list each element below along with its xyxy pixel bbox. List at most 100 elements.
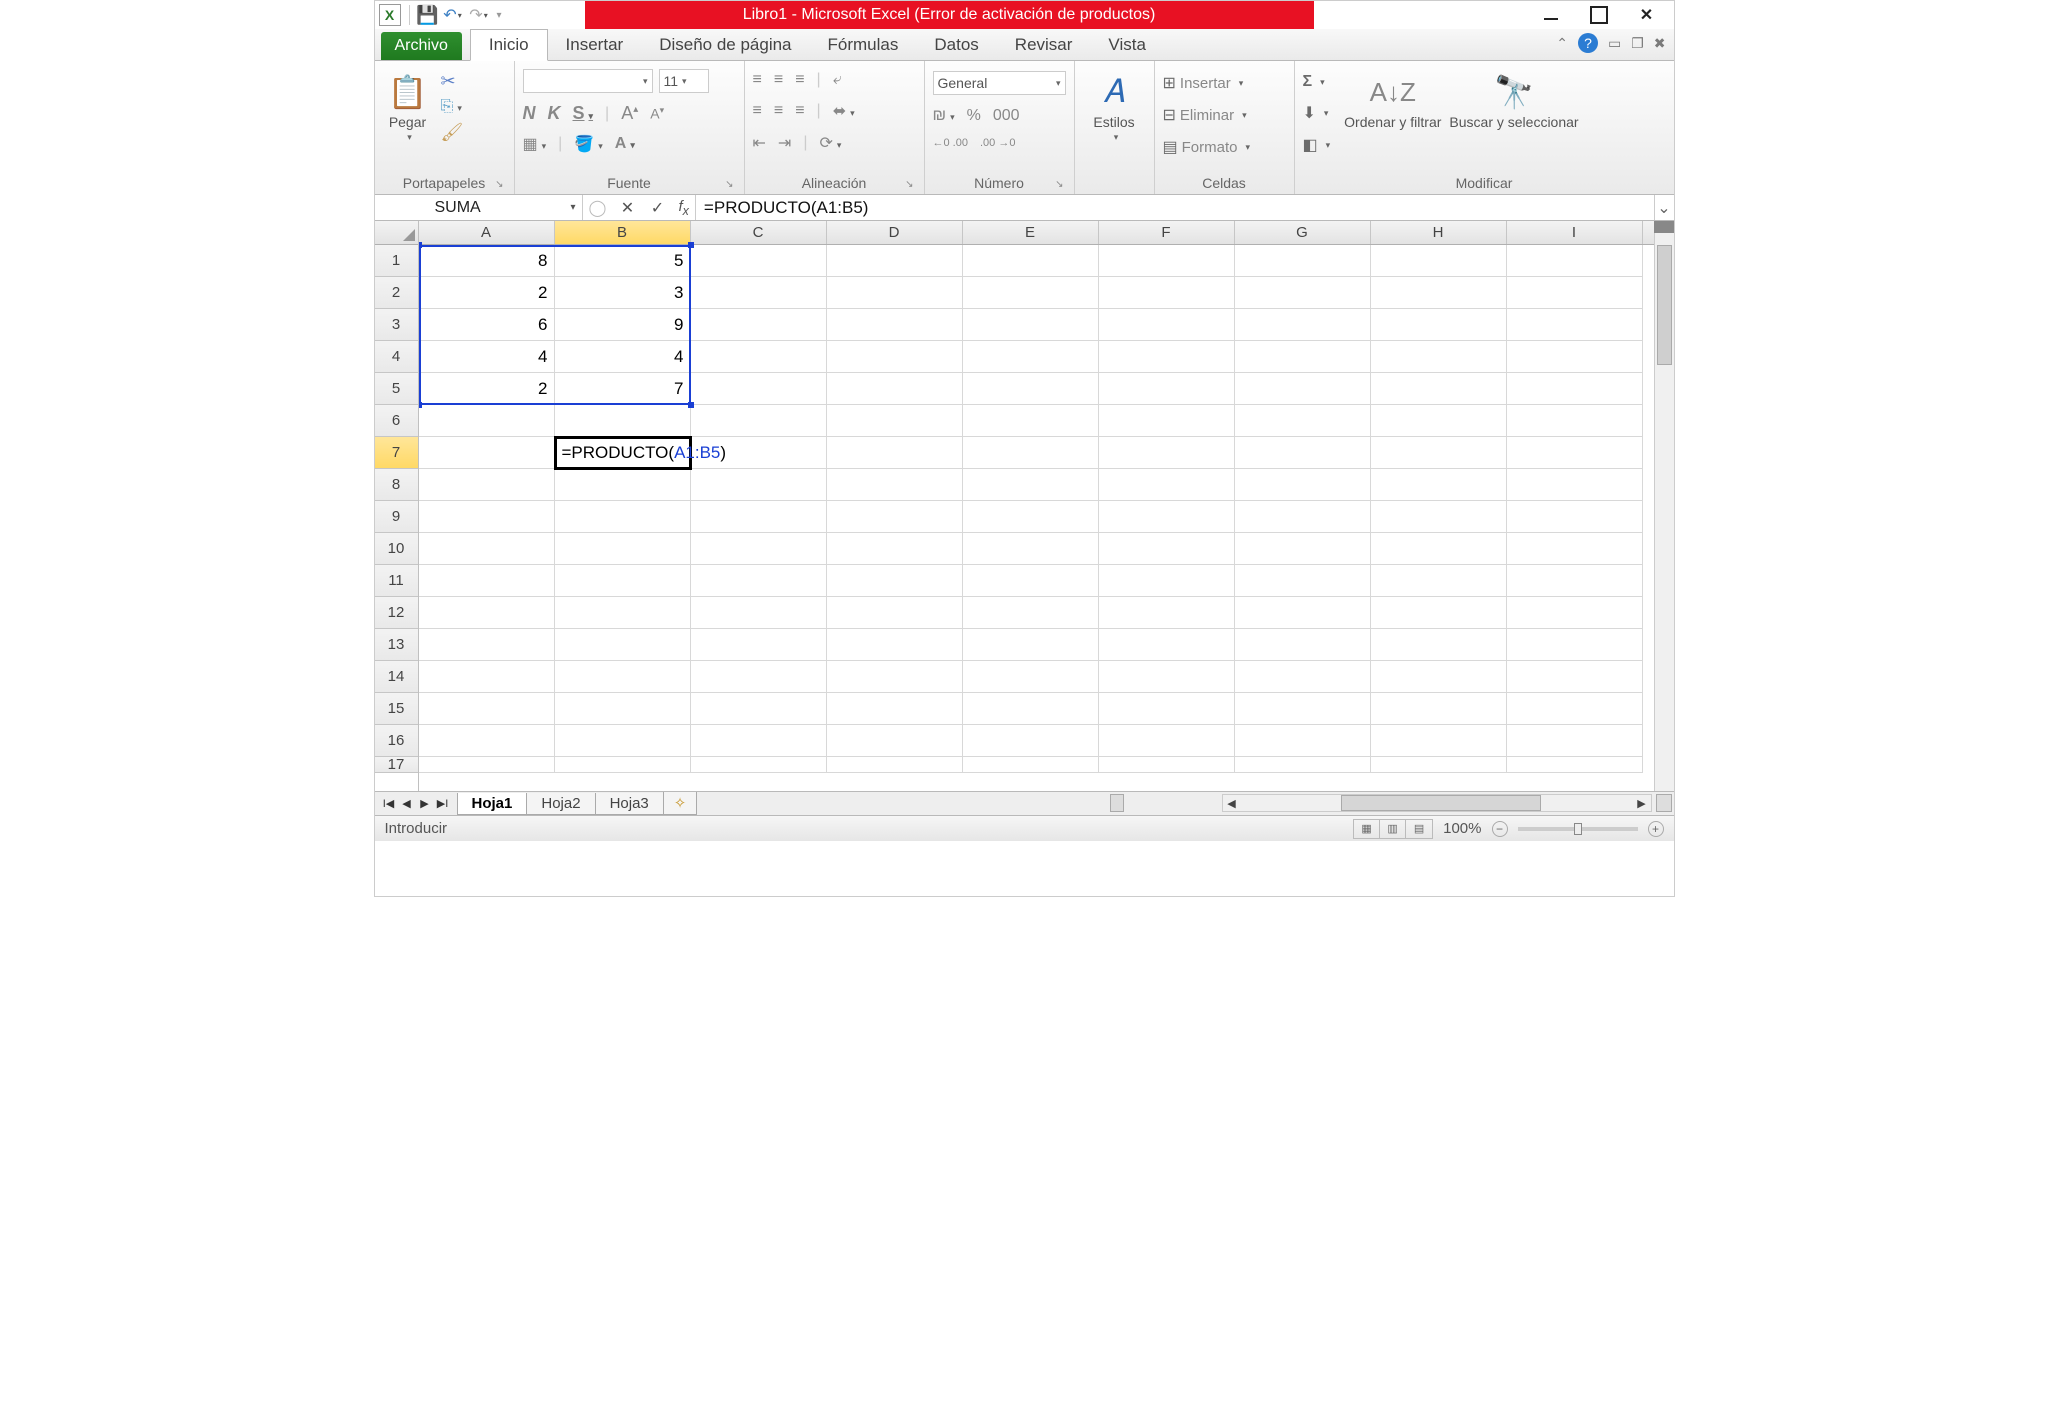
increase-decimal-button[interactable]: ←0 .00 (933, 137, 968, 149)
col-header-F[interactable]: F (1099, 221, 1235, 244)
tab-vista[interactable]: Vista (1090, 30, 1164, 60)
cell-B2[interactable]: 3 (555, 277, 691, 309)
row-header-2[interactable]: 2 (375, 277, 418, 309)
cell-B1[interactable]: 5 (555, 245, 691, 277)
cell-I1[interactable] (1507, 245, 1643, 277)
minimize-ribbon-icon[interactable]: ⌃ (1556, 35, 1568, 52)
scrollbar-thumb[interactable] (1657, 245, 1672, 365)
cell-A5[interactable]: 2 (419, 373, 555, 405)
col-header-E[interactable]: E (963, 221, 1099, 244)
row-header-13[interactable]: 13 (375, 629, 418, 661)
cell-D1[interactable] (827, 245, 963, 277)
normal-view-button[interactable]: ▦ (1354, 820, 1380, 838)
find-select-button[interactable]: 🔭 Buscar y seleccionar (1449, 65, 1578, 130)
insert-cells-button[interactable]: ⊞Insertar▾ (1163, 73, 1251, 93)
tab-revisar[interactable]: Revisar (997, 30, 1091, 60)
row-header-5[interactable]: 5 (375, 373, 418, 405)
col-header-A[interactable]: A (419, 221, 555, 244)
cell-C1[interactable] (691, 245, 827, 277)
cell-B5[interactable]: 7 (555, 373, 691, 405)
tab-formulas[interactable]: Fórmulas (810, 30, 917, 60)
launcher-icon[interactable]: ↘ (905, 179, 913, 190)
comma-style-button[interactable]: 000 (993, 107, 1020, 125)
vertical-scrollbar[interactable] (1654, 221, 1674, 791)
row-header-15[interactable]: 15 (375, 693, 418, 725)
italic-button[interactable]: K (548, 103, 561, 124)
orientation-button[interactable]: ⟳▾ (819, 133, 841, 153)
cell-G1[interactable] (1235, 245, 1371, 277)
zoom-slider-knob[interactable] (1574, 823, 1582, 835)
scrollbar-thumb[interactable] (1341, 795, 1541, 811)
cell-A3[interactable]: 6 (419, 309, 555, 341)
cell-A4[interactable]: 4 (419, 341, 555, 373)
percent-button[interactable]: % (967, 107, 981, 125)
row-header-9[interactable]: 9 (375, 501, 418, 533)
cell-H1[interactable] (1371, 245, 1507, 277)
cell-A2[interactable]: 2 (419, 277, 555, 309)
cell-B4[interactable]: 4 (555, 341, 691, 373)
row-header-7[interactable]: 7 (375, 437, 418, 469)
bold-button[interactable]: N (523, 103, 536, 124)
workbook-close-icon[interactable]: ✖ (1654, 35, 1666, 52)
row-header-16[interactable]: 16 (375, 725, 418, 757)
increase-indent-icon[interactable]: ⇥ (778, 133, 791, 153)
workbook-restore-icon[interactable]: ❐ (1631, 35, 1644, 52)
row-header-8[interactable]: 8 (375, 469, 418, 501)
enter-formula-button[interactable]: ✓ (649, 198, 667, 218)
expand-formula-bar-icon[interactable]: ⌄ (1654, 195, 1674, 220)
col-header-B[interactable]: B (555, 221, 691, 244)
fill-button[interactable]: ⬇▾ (1303, 103, 1331, 123)
align-center-icon[interactable]: ≡ (774, 102, 783, 120)
align-top-icon[interactable]: ≡ (753, 71, 762, 89)
cells-area[interactable]: A B C D E F G H I 8 5 2 3 6 9 (419, 221, 1674, 791)
col-header-G[interactable]: G (1235, 221, 1371, 244)
cell-F1[interactable] (1099, 245, 1235, 277)
row-header-11[interactable]: 11 (375, 565, 418, 597)
redo-icon[interactable]: ↷▾ (468, 5, 490, 25)
row-header-1[interactable]: 1 (375, 245, 418, 277)
shrink-font-icon[interactable]: A▾ (650, 105, 664, 122)
split-handle[interactable] (1654, 221, 1674, 233)
sort-filter-button[interactable]: A↓Z Ordenar y filtrar (1344, 65, 1441, 130)
row-header-10[interactable]: 10 (375, 533, 418, 565)
row-header-14[interactable]: 14 (375, 661, 418, 693)
editing-cell-content[interactable]: =PRODUCTO(A1:B5) (558, 438, 727, 468)
row-header-4[interactable]: 4 (375, 341, 418, 373)
sheet-tab-hoja1[interactable]: Hoja1 (457, 793, 528, 815)
autosum-button[interactable]: Σ▾ (1303, 73, 1331, 91)
sheet-nav-last[interactable]: ▶I (435, 797, 451, 810)
decrease-indent-icon[interactable]: ⇤ (753, 133, 766, 153)
tab-splitter[interactable] (1110, 794, 1124, 812)
formula-bar[interactable]: =PRODUCTO(A1:B5) (696, 195, 1654, 220)
cancel-formula-circle-icon[interactable]: ◯ (589, 198, 607, 218)
align-bottom-icon[interactable]: ≡ (795, 71, 804, 89)
insert-function-button[interactable]: fx (679, 198, 689, 218)
page-break-view-button[interactable]: ▤ (1406, 820, 1432, 838)
launcher-icon[interactable]: ↘ (1055, 179, 1063, 190)
borders-button[interactable]: ▦▾ (523, 134, 547, 154)
align-left-icon[interactable]: ≡ (753, 102, 762, 120)
select-all-corner[interactable] (375, 221, 418, 245)
number-format-combo[interactable]: General▾ (933, 71, 1066, 95)
sheet-tab-hoja3[interactable]: Hoja3 (595, 793, 664, 815)
underline-button[interactable]: S▾ (573, 103, 594, 124)
align-right-icon[interactable]: ≡ (795, 102, 804, 120)
wrap-text-button[interactable]: ⤶ (833, 71, 842, 89)
zoom-slider[interactable] (1518, 827, 1638, 831)
cut-icon[interactable]: ✂ (441, 71, 464, 92)
hsplit-handle[interactable] (1656, 794, 1672, 812)
align-middle-icon[interactable]: ≡ (774, 71, 783, 89)
row-header-6[interactable]: 6 (375, 405, 418, 437)
name-box[interactable]: SUMA ▾ (375, 195, 583, 220)
scroll-right-button[interactable]: ▶ (1633, 797, 1651, 810)
row-header-3[interactable]: 3 (375, 309, 418, 341)
font-size-combo[interactable]: 11▾ (659, 69, 709, 93)
scroll-left-button[interactable]: ◀ (1223, 797, 1241, 810)
undo-icon[interactable]: ↶▾ (442, 5, 464, 25)
cancel-formula-button[interactable]: ✕ (619, 198, 637, 218)
delete-cells-button[interactable]: ⊟Eliminar▾ (1163, 105, 1251, 125)
excel-icon[interactable]: X (379, 4, 401, 26)
font-color-button[interactable]: A▾ (615, 135, 635, 153)
workbook-minimize-icon[interactable]: ▭ (1608, 35, 1621, 52)
zoom-in-button[interactable]: + (1648, 821, 1664, 837)
